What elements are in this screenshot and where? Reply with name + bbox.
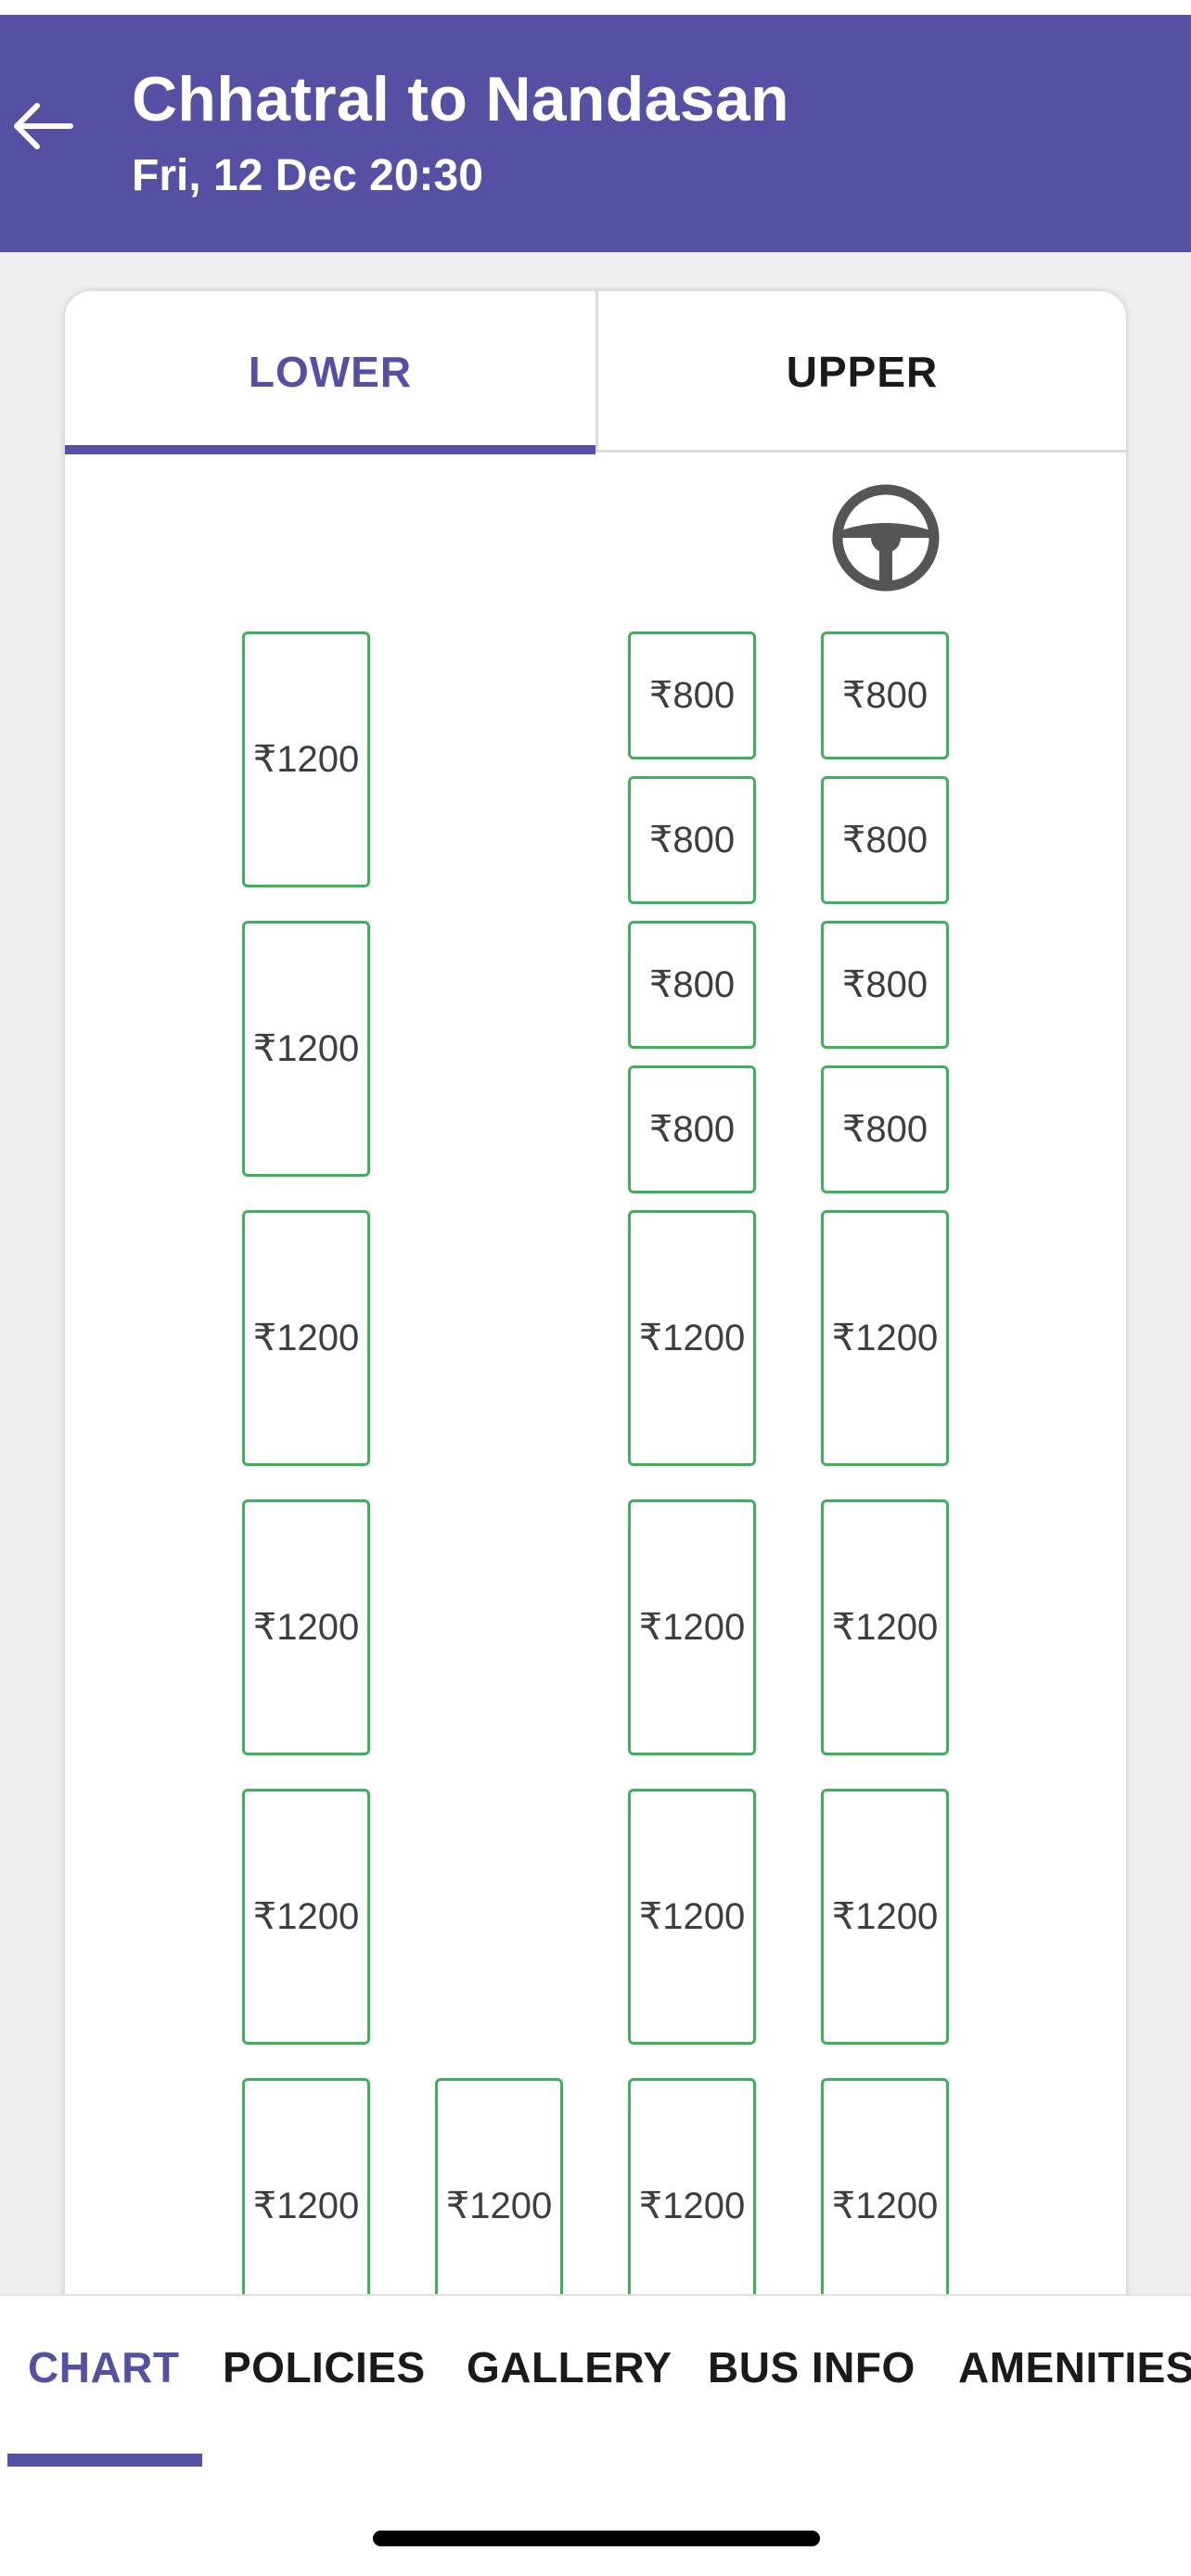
route-title: Chhatral to Nandasan bbox=[132, 64, 789, 134]
seat-layout-card: LOWER UPPER ₹1200 ₹1200 ₹1200 ₹1200 ₹1200 ₹12… bbox=[65, 291, 1126, 2313]
active-bottom-tab-indicator bbox=[7, 2454, 202, 2467]
sleeper-seat[interactable]: ₹1200 bbox=[821, 1789, 949, 2045]
tab-amenities[interactable]: AMENITIES bbox=[958, 2342, 1191, 2392]
deck-tabs: LOWER UPPER bbox=[65, 291, 1126, 454]
sleeper-seat[interactable]: ₹1200 bbox=[628, 1789, 756, 2045]
tab-upper-deck[interactable]: UPPER bbox=[598, 291, 1126, 453]
seater-seat[interactable]: ₹800 bbox=[628, 631, 756, 759]
seater-seat[interactable]: ₹800 bbox=[628, 776, 756, 904]
sleeper-seat[interactable]: ₹1200 bbox=[242, 631, 370, 887]
journey-date: Fri, 12 Dec 20:30 bbox=[132, 151, 483, 200]
tab-gallery[interactable]: GALLERY bbox=[467, 2342, 672, 2392]
back-arrow-icon bbox=[14, 103, 73, 149]
sleeper-seat[interactable]: ₹1200 bbox=[435, 2078, 563, 2313]
tab-bus-info[interactable]: BUS INFO bbox=[708, 2342, 916, 2392]
app-header: Chhatral to Nandasan Fri, 12 Dec 20:30 bbox=[0, 15, 1191, 252]
back-button[interactable] bbox=[0, 80, 83, 172]
sleeper-seat[interactable]: ₹1200 bbox=[242, 921, 370, 1177]
status-bar bbox=[0, 0, 1191, 15]
sleeper-seat[interactable]: ₹1200 bbox=[242, 1210, 370, 1466]
seater-seat[interactable]: ₹800 bbox=[821, 921, 949, 1049]
sleeper-seat[interactable]: ₹1200 bbox=[628, 1499, 756, 1755]
seater-seat[interactable]: ₹800 bbox=[821, 1065, 949, 1193]
sleeper-seat[interactable]: ₹1200 bbox=[821, 1499, 949, 1755]
tab-policies[interactable]: POLICIES bbox=[223, 2342, 426, 2392]
seater-seat[interactable]: ₹800 bbox=[628, 1065, 756, 1193]
tab-lower-deck[interactable]: LOWER bbox=[65, 291, 596, 453]
active-tab-indicator bbox=[65, 445, 596, 454]
sleeper-seat[interactable]: ₹1200 bbox=[242, 2078, 370, 2313]
seater-seat[interactable]: ₹800 bbox=[628, 921, 756, 1049]
sleeper-seat[interactable]: ₹1200 bbox=[242, 1499, 370, 1755]
seater-seat[interactable]: ₹800 bbox=[821, 776, 949, 904]
seater-seat[interactable]: ₹800 bbox=[821, 631, 949, 759]
sleeper-seat[interactable]: ₹1200 bbox=[821, 1210, 949, 1466]
sleeper-seat[interactable]: ₹1200 bbox=[821, 2078, 949, 2313]
steering-wheel-icon bbox=[832, 484, 940, 592]
sleeper-seat[interactable]: ₹1200 bbox=[628, 1210, 756, 1466]
home-indicator bbox=[373, 2531, 820, 2546]
sleeper-seat[interactable]: ₹1200 bbox=[628, 2078, 756, 2313]
tab-chart[interactable]: CHART bbox=[28, 2342, 179, 2392]
sleeper-seat[interactable]: ₹1200 bbox=[242, 1789, 370, 2045]
